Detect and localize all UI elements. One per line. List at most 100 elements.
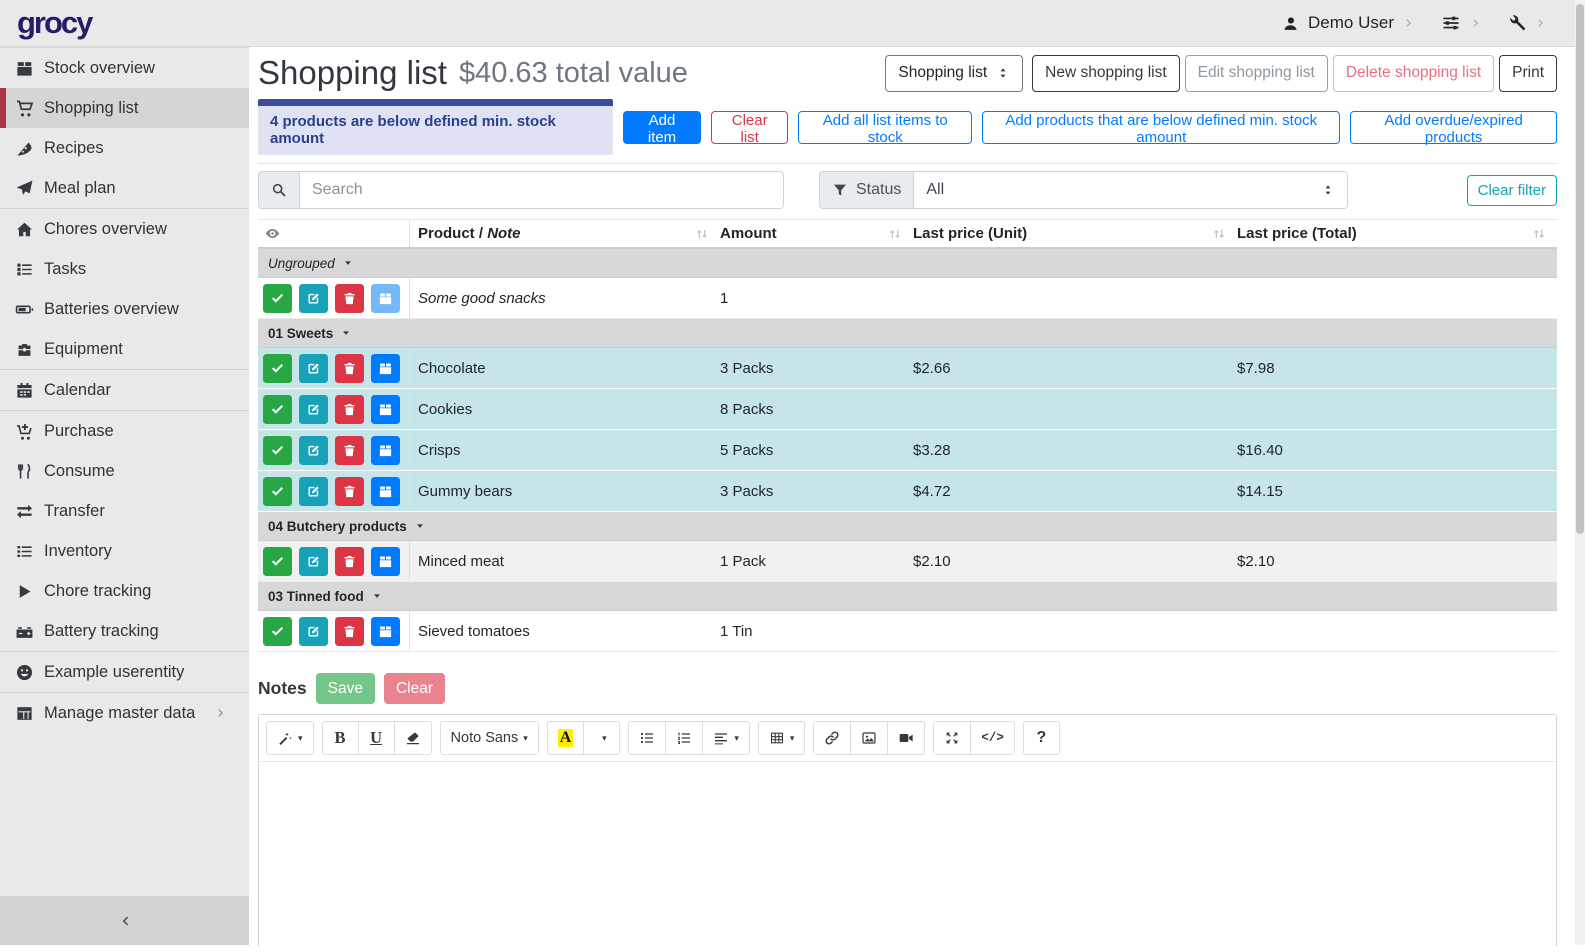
- admin-menu[interactable]: [1508, 14, 1547, 32]
- total-value: $40.63 total value: [459, 57, 688, 90]
- group-row-butchery[interactable]: 04 Butchery products: [258, 512, 1557, 541]
- clear-list-button[interactable]: Clear list: [711, 111, 788, 144]
- sidebar-item-batteries-overview[interactable]: Batteries overview: [0, 289, 249, 329]
- code-view-button[interactable]: </>: [970, 721, 1015, 755]
- edit-shopping-list-button[interactable]: Edit shopping list: [1185, 55, 1328, 92]
- delete-item-button[interactable]: [335, 547, 364, 576]
- sidebar-item-battery-tracking[interactable]: Battery tracking: [0, 611, 249, 651]
- unordered-list-button[interactable]: [628, 721, 666, 755]
- sidebar-item-manage-master-data[interactable]: Manage master data: [0, 693, 249, 733]
- style-button[interactable]: ▾: [266, 721, 314, 755]
- delete-item-button[interactable]: [335, 354, 364, 383]
- sidebar-item-transfer[interactable]: Transfer: [0, 491, 249, 531]
- edit-item-button[interactable]: [299, 354, 328, 383]
- visibility-column-header[interactable]: [258, 220, 410, 247]
- delete-shopping-list-button[interactable]: Delete shopping list: [1333, 55, 1494, 92]
- delete-item-button[interactable]: [335, 477, 364, 506]
- new-shopping-list-button[interactable]: New shopping list: [1032, 55, 1179, 92]
- edit-item-button[interactable]: [299, 547, 328, 576]
- edit-item-button[interactable]: [299, 395, 328, 424]
- delete-item-button[interactable]: [335, 436, 364, 465]
- clear-formatting-button[interactable]: [394, 721, 432, 755]
- add-all-to-stock-button[interactable]: Add all list items to stock: [798, 111, 972, 144]
- insert-table-button[interactable]: ▾: [758, 721, 806, 755]
- sidebar-item-meal-plan[interactable]: Meal plan: [0, 168, 249, 208]
- insert-link-button[interactable]: [813, 721, 851, 755]
- page-scrollbar[interactable]: [1575, 0, 1585, 945]
- font-color-button[interactable]: A: [547, 721, 585, 755]
- insert-image-button[interactable]: [850, 721, 888, 755]
- ordered-list-button[interactable]: [665, 721, 703, 755]
- sidebar-item-shopping-list[interactable]: Shopping list: [0, 88, 249, 128]
- group-row-sweets[interactable]: 01 Sweets: [258, 319, 1557, 348]
- edit-item-button[interactable]: [299, 284, 328, 313]
- sidebar-item-consume[interactable]: Consume: [0, 451, 249, 491]
- product-button[interactable]: [371, 354, 400, 383]
- scrollbar-thumb[interactable]: [1576, 4, 1584, 534]
- sidebar-item-chores-overview[interactable]: Chores overview: [0, 209, 249, 249]
- mark-done-button[interactable]: [263, 284, 292, 313]
- product-column-header[interactable]: Product / Note: [410, 220, 720, 247]
- product-button[interactable]: [371, 436, 400, 465]
- delete-item-button[interactable]: [335, 395, 364, 424]
- fullscreen-button[interactable]: [933, 721, 971, 755]
- group-row-ungrouped[interactable]: Ungrouped: [258, 249, 1557, 278]
- notes-edit-area[interactable]: [259, 762, 1556, 952]
- mark-done-button[interactable]: [263, 354, 292, 383]
- print-button[interactable]: Print: [1499, 55, 1557, 92]
- font-family-button[interactable]: Noto Sans▾: [440, 721, 539, 755]
- delete-item-button[interactable]: [335, 284, 364, 313]
- sidebar-item-example-userentity[interactable]: Example userentity: [0, 652, 249, 692]
- mark-done-button[interactable]: [263, 395, 292, 424]
- delete-item-button[interactable]: [335, 617, 364, 646]
- grocy-logo[interactable]: grocy: [17, 5, 91, 41]
- mark-done-button[interactable]: [263, 617, 292, 646]
- add-item-button[interactable]: Add item: [623, 111, 701, 144]
- mark-done-button[interactable]: [263, 547, 292, 576]
- paragraph-button[interactable]: ▾: [702, 721, 750, 755]
- group-row-tinned-food[interactable]: 03 Tinned food: [258, 582, 1557, 611]
- edit-item-button[interactable]: [299, 617, 328, 646]
- battery-icon: [15, 300, 34, 319]
- help-button[interactable]: ?: [1023, 721, 1060, 755]
- box-icon: [15, 59, 34, 78]
- product-button[interactable]: [371, 547, 400, 576]
- underline-button[interactable]: U: [358, 721, 395, 755]
- total-price-column-header[interactable]: Last price (Total): [1237, 220, 1557, 247]
- sidebar-item-stock-overview[interactable]: Stock overview: [0, 48, 249, 88]
- add-below-min-button[interactable]: Add products that are below defined min.…: [982, 111, 1340, 144]
- sidebar-item-equipment[interactable]: Equipment: [0, 329, 249, 369]
- product-button[interactable]: [371, 477, 400, 506]
- search-input[interactable]: [299, 171, 784, 209]
- insert-video-button[interactable]: [887, 721, 925, 755]
- bold-button[interactable]: B: [322, 721, 359, 755]
- status-select[interactable]: All: [913, 171, 1348, 209]
- sidebar-item-tasks[interactable]: Tasks: [0, 249, 249, 289]
- settings-menu[interactable]: [1441, 13, 1482, 33]
- product-button[interactable]: [371, 617, 400, 646]
- add-overdue-button[interactable]: Add overdue/expired products: [1350, 111, 1557, 144]
- sidebar-item-chore-tracking[interactable]: Chore tracking: [0, 571, 249, 611]
- amount-column-header[interactable]: Amount: [720, 220, 913, 247]
- main-content: Shopping list $40.63 total value Shoppin…: [249, 47, 1575, 945]
- mark-done-button[interactable]: [263, 477, 292, 506]
- sidebar-item-calendar[interactable]: Calendar: [0, 370, 249, 410]
- product-button[interactable]: [371, 395, 400, 424]
- unit-price-column-header[interactable]: Last price (Unit): [913, 220, 1237, 247]
- clear-filter-button[interactable]: Clear filter: [1467, 175, 1557, 206]
- font-color-dropdown-button[interactable]: ▾: [583, 721, 620, 755]
- sidebar-item-recipes[interactable]: Recipes: [0, 128, 249, 168]
- sidebar-item-inventory[interactable]: Inventory: [0, 531, 249, 571]
- mark-done-button[interactable]: [263, 436, 292, 465]
- sidebar-item-purchase[interactable]: Purchase: [0, 411, 249, 451]
- product-button[interactable]: [371, 284, 400, 313]
- notes-clear-button[interactable]: Clear: [384, 673, 445, 704]
- edit-item-button[interactable]: [299, 477, 328, 506]
- chevron-left-icon: [118, 914, 132, 928]
- shopping-list-select[interactable]: Shopping list: [885, 55, 1023, 92]
- edit-item-button[interactable]: [299, 436, 328, 465]
- notes-save-button[interactable]: Save: [316, 673, 375, 704]
- user-menu[interactable]: Demo User: [1282, 13, 1415, 33]
- sidebar-collapse-button[interactable]: [0, 896, 249, 945]
- play-icon: [15, 582, 34, 601]
